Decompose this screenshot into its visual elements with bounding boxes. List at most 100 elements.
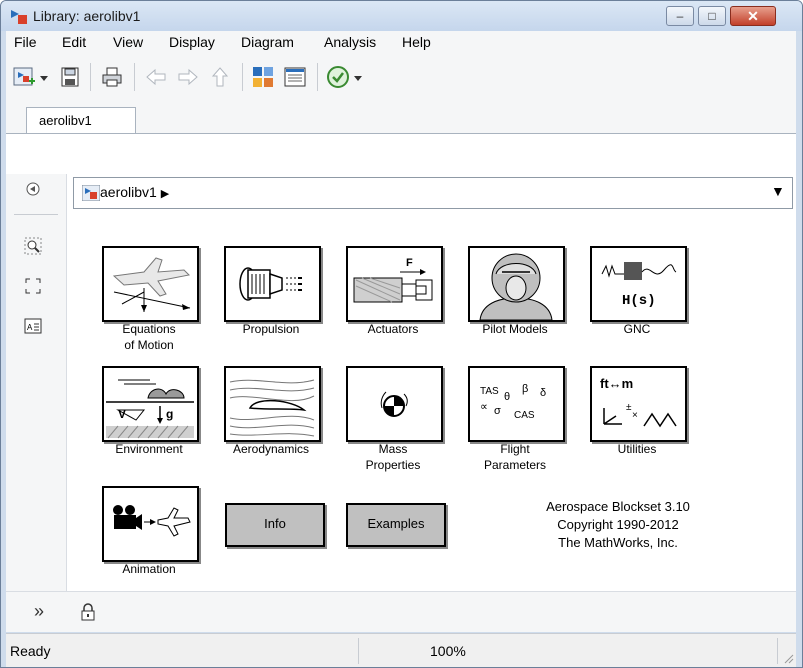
svg-text:g: g	[166, 407, 173, 421]
alpha-symbol: ∝	[480, 401, 488, 413]
title-bar[interactable]: Library: aerolibv1 – □ ✕	[1, 1, 802, 31]
utilities-block[interactable]: ft↔m ± ×	[590, 366, 687, 442]
flight-parameters-icon: TAS θ β δ ∝ σ CAS	[480, 383, 546, 421]
version-line: Aerospace Blockset 3.10	[546, 499, 690, 514]
zoom-icon[interactable]	[24, 237, 42, 255]
unit-conversion-label: ft↔m	[600, 376, 633, 391]
block-label-text: Equations of Motion	[122, 322, 176, 352]
block-label-text: Flight Parameters	[483, 442, 547, 472]
status-separator	[358, 638, 359, 664]
breadcrumb-arrow-icon: ▶	[160, 188, 170, 200]
utilities-label: Utilities	[577, 441, 697, 457]
tab-aerolibv1[interactable]: aerolibv1	[26, 107, 136, 134]
status-text: Ready	[10, 643, 51, 659]
gnc-block[interactable]: H(s)	[590, 246, 687, 322]
propulsion-icon	[239, 267, 302, 301]
window-title: Library: aerolibv1	[33, 8, 141, 24]
sigma-symbol: σ	[494, 405, 501, 417]
beta-symbol: β	[522, 383, 528, 395]
fit-to-view-icon[interactable]	[24, 277, 42, 295]
environment-label: Environment	[89, 441, 209, 457]
save-icon[interactable]	[58, 65, 82, 89]
up-icon[interactable]	[208, 65, 232, 89]
mass-properties-icon	[380, 391, 408, 417]
status-bar: Ready 100%	[6, 633, 796, 667]
hide-explorer-icon[interactable]	[24, 180, 42, 198]
library-canvas: Equations of Motion Propulsion F Actuato…	[73, 211, 791, 589]
print-icon[interactable]	[100, 65, 124, 89]
company-line: The MathWorks, Inc.	[558, 535, 678, 550]
toolbar-separator	[134, 63, 135, 91]
flight-parameters-block[interactable]: TAS θ β δ ∝ σ CAS	[468, 366, 565, 442]
breadcrumb-path[interactable]: aerolibv1 ▶	[100, 184, 169, 200]
equations-of-motion-icon	[112, 257, 191, 312]
aerodynamics-icon	[229, 379, 315, 437]
breadcrumb-item: aerolibv1	[100, 184, 157, 200]
block-label-text: Aerodynamics	[232, 442, 310, 456]
propulsion-label: Propulsion	[211, 321, 331, 337]
simulink-library-icon	[11, 10, 27, 24]
model-browser-icon[interactable]	[251, 65, 275, 89]
close-button[interactable]: ✕	[730, 6, 776, 26]
lock-icon[interactable]	[80, 603, 96, 621]
check-dropdown-icon[interactable]	[352, 65, 364, 89]
animation-label: Animation	[89, 561, 209, 577]
aerodynamics-block[interactable]	[224, 366, 321, 442]
svg-text:V: V	[118, 407, 126, 421]
utilities-icon: ft↔m ± ×	[600, 376, 677, 428]
annotation-icon[interactable]: A	[24, 317, 42, 335]
propulsion-block[interactable]	[224, 246, 321, 322]
animation-block[interactable]	[102, 486, 199, 562]
toolbar-separator	[90, 63, 91, 91]
block-label-text: Mass Properties	[365, 442, 421, 472]
info-button-label: Info	[264, 516, 286, 531]
menu-diagram[interactable]: Diagram	[241, 34, 294, 50]
resize-grip-icon[interactable]	[782, 652, 794, 664]
menu-file[interactable]: File	[14, 34, 37, 50]
new-library-icon[interactable]	[12, 65, 36, 89]
tab-label: aerolibv1	[39, 113, 92, 128]
environment-icon: V g	[106, 379, 194, 439]
menu-bar: File Edit View Display Diagram Analysis …	[6, 31, 796, 55]
actuator-force-label: F	[406, 257, 413, 269]
menu-view[interactable]: View	[113, 34, 143, 50]
svg-text:A: A	[27, 323, 33, 332]
address-dropdown-icon[interactable]: ▼	[771, 183, 785, 199]
gnc-transfer-label: H(s)	[622, 293, 656, 309]
menu-analysis[interactable]: Analysis	[324, 34, 376, 50]
pilot-models-block[interactable]	[468, 246, 565, 322]
block-label-text: Animation	[122, 562, 176, 576]
forward-icon[interactable]	[176, 65, 200, 89]
aerodynamics-label: Aerodynamics	[211, 441, 331, 457]
maximize-button[interactable]: □	[698, 6, 726, 26]
cas-symbol: CAS	[514, 410, 535, 421]
menu-edit[interactable]: Edit	[62, 34, 86, 50]
library-browser-icon[interactable]	[283, 65, 307, 89]
minimize-button[interactable]: –	[666, 6, 694, 26]
theta-symbol: θ	[504, 391, 510, 403]
mass-properties-block[interactable]	[346, 366, 443, 442]
block-label-text: Environment	[115, 442, 183, 456]
environment-block[interactable]: V g	[102, 366, 199, 442]
equations-of-motion-block[interactable]	[102, 246, 199, 322]
info-button[interactable]: Info	[225, 503, 325, 547]
actuators-block[interactable]: F	[346, 246, 443, 322]
block-label-text: Propulsion	[242, 322, 300, 336]
block-label-text: Pilot Models	[482, 322, 548, 336]
animation-icon	[113, 505, 191, 537]
new-dropdown-icon[interactable]	[38, 65, 50, 89]
check-icon[interactable]	[326, 65, 350, 89]
expand-icon[interactable]: »	[34, 601, 44, 622]
examples-button[interactable]: Examples	[346, 503, 446, 547]
flight-parameters-label: Flight Parameters	[455, 441, 575, 473]
menu-help[interactable]: Help	[402, 34, 431, 50]
menu-display[interactable]: Display	[169, 34, 215, 50]
back-icon[interactable]	[144, 65, 168, 89]
gnc-label: GNC	[577, 321, 697, 337]
toolbar-separator	[14, 214, 58, 215]
mass-properties-label: Mass Properties	[333, 441, 453, 473]
tas-symbol: TAS	[480, 386, 499, 397]
breadcrumb[interactable]: aerolibv1 ▶ ▼	[73, 177, 793, 209]
copyright-line: Copyright 1990-2012	[557, 517, 679, 532]
block-label-text: Actuators	[367, 322, 419, 336]
